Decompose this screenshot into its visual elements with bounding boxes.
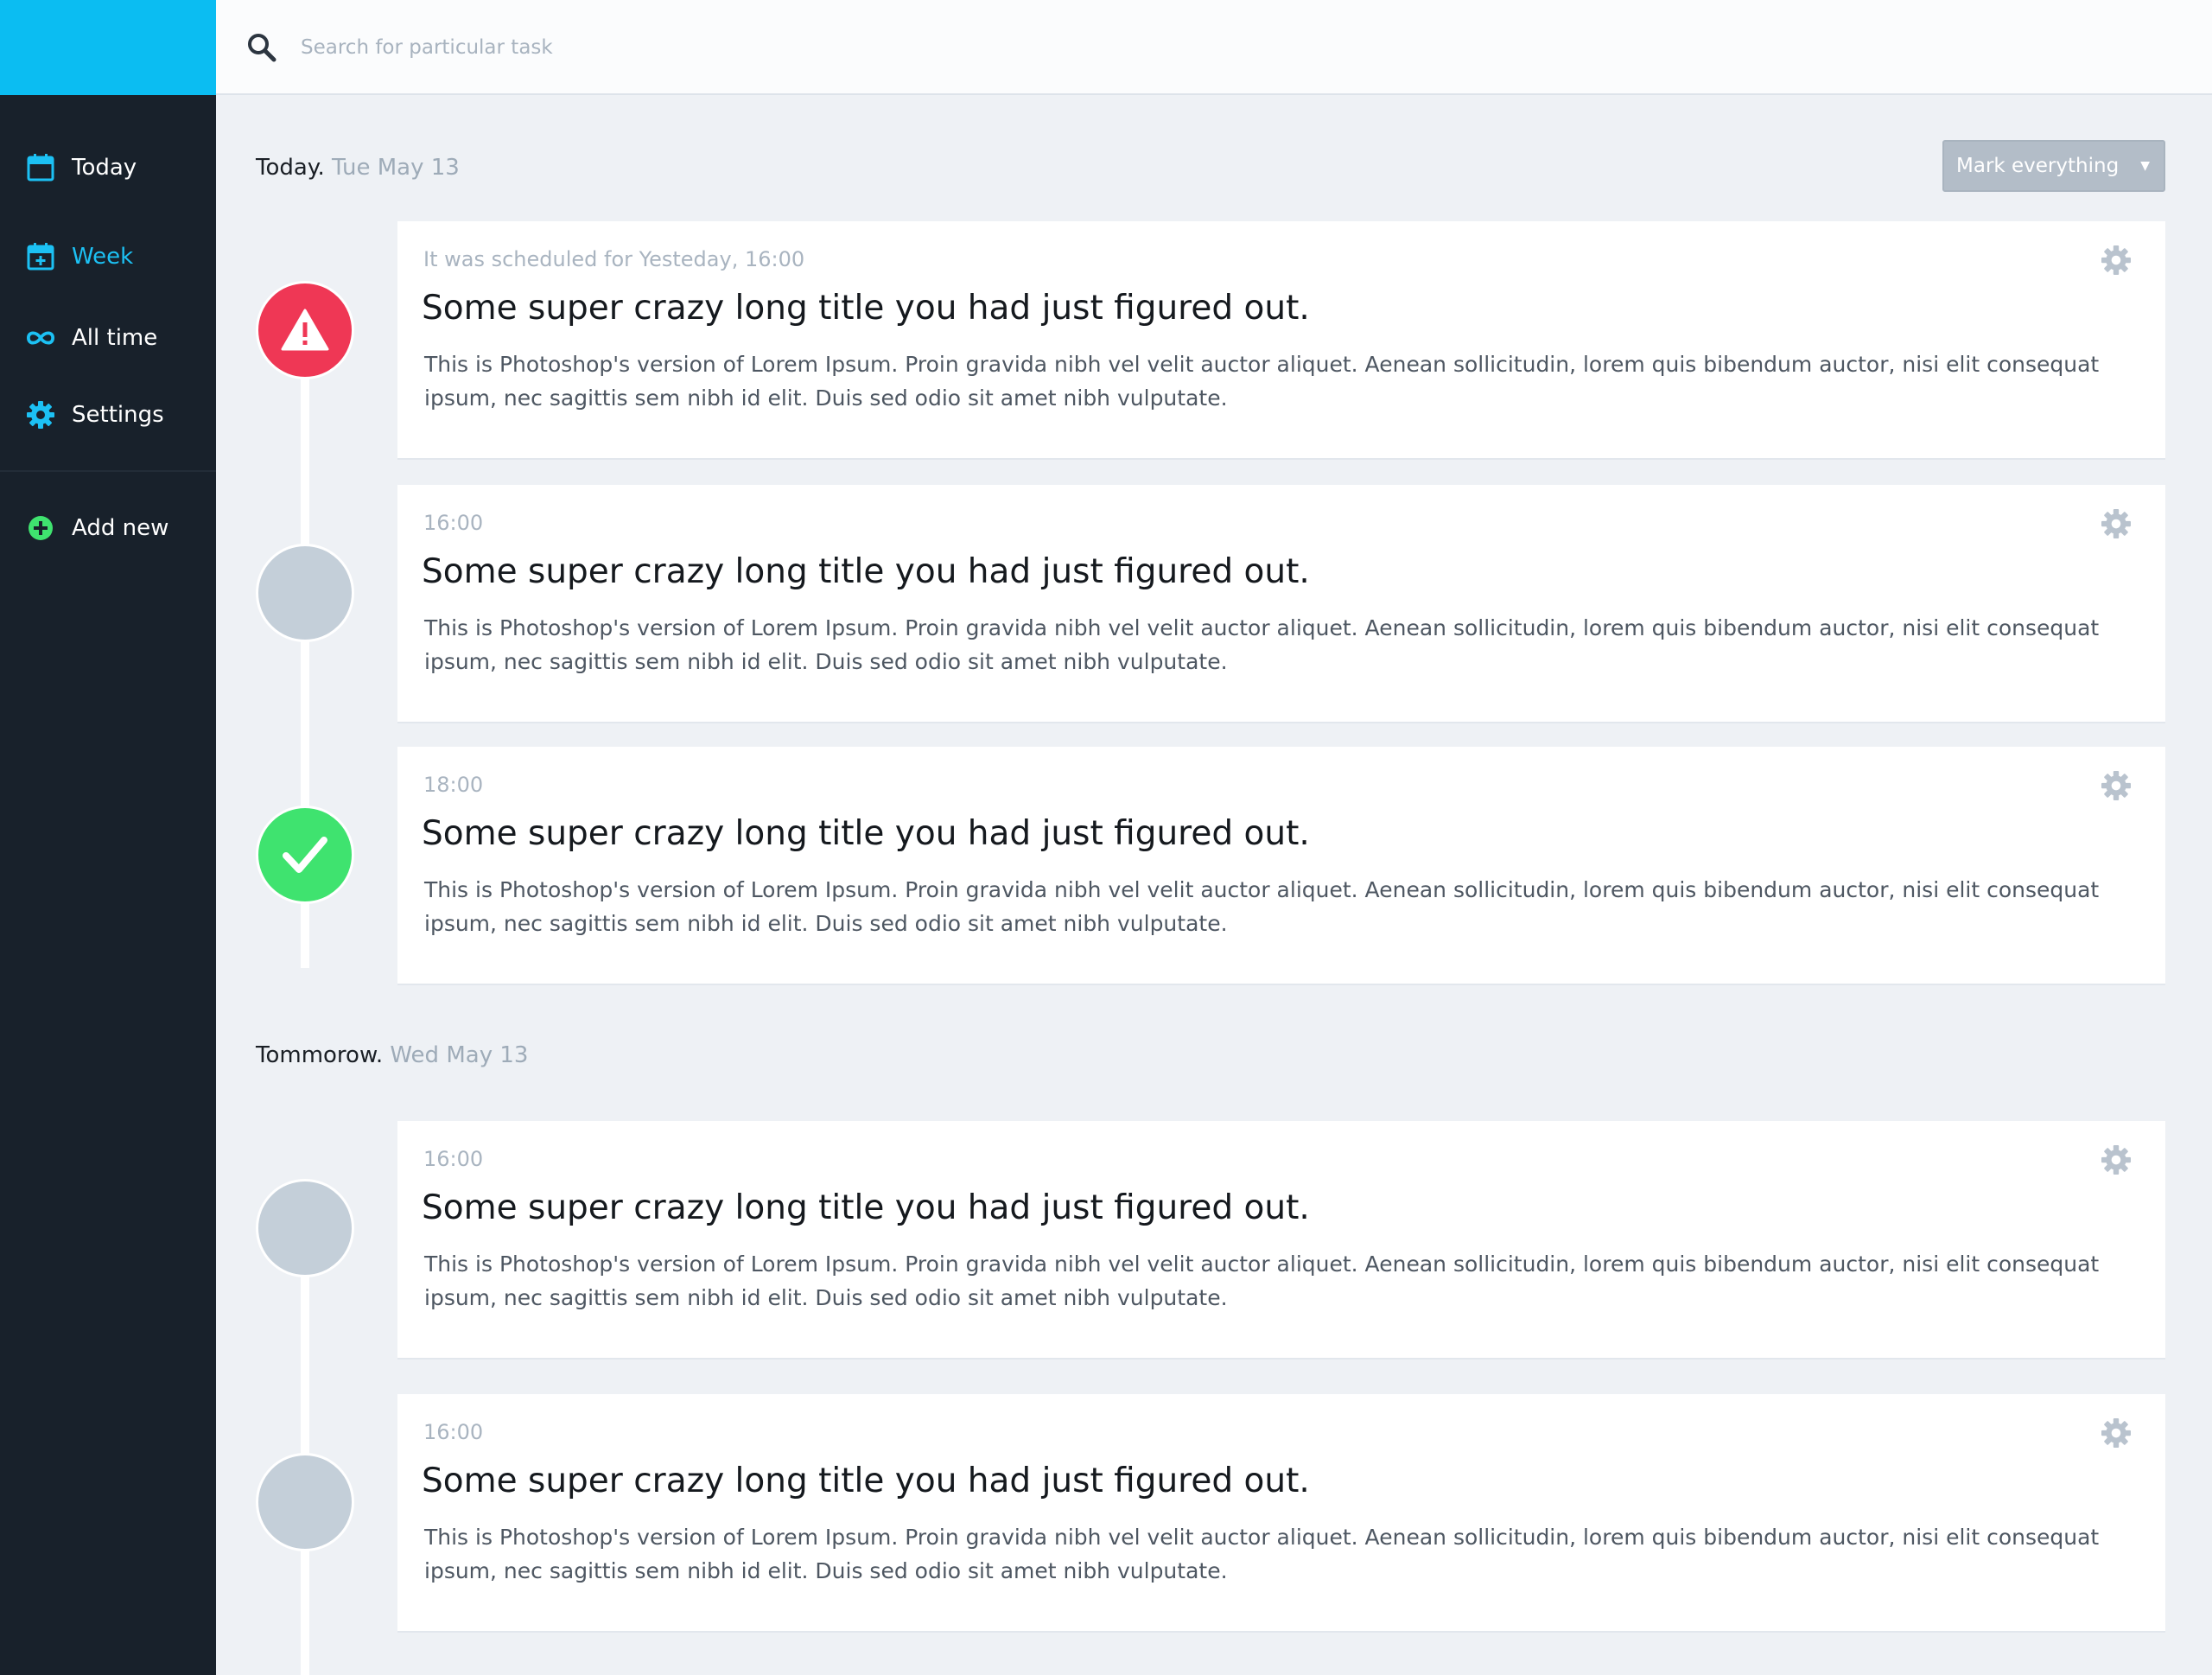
task-description: This is Photoshop's version of Lorem Ips… <box>424 615 2100 674</box>
mark-everything-dropdown[interactable]: Mark everything ▼ <box>1942 140 2165 192</box>
infinity-icon <box>27 324 54 352</box>
add-new-button[interactable]: Add new <box>0 498 216 558</box>
sidebar-item-settings[interactable]: Settings <box>0 385 216 445</box>
checkmark-icon <box>283 837 327 873</box>
status-done-indicator[interactable] <box>256 806 354 904</box>
sidebar: Today Week All time Settings Add new <box>0 0 216 1675</box>
task-description: This is Photoshop's version of Lorem Ips… <box>424 1525 2100 1583</box>
task-time: It was scheduled for Yesteday, 16:00 <box>423 247 805 271</box>
section-heading-today: Today. Tue May 13 <box>256 155 460 181</box>
gear-icon <box>27 401 54 429</box>
gear-icon[interactable] <box>2101 1418 2131 1448</box>
task-card[interactable]: 18:00 Some super crazy long title you ha… <box>397 747 2165 984</box>
task-title: Some super crazy long title you had just… <box>422 552 1310 591</box>
task-title: Some super crazy long title you had just… <box>422 814 1310 853</box>
task-card[interactable]: 16:00 Some super crazy long title you ha… <box>397 1121 2165 1358</box>
task-time: 18:00 <box>423 773 484 797</box>
gear-icon[interactable] <box>2101 771 2131 800</box>
section-label: Today. <box>256 155 325 181</box>
task-description: This is Photoshop's version of Lorem Ips… <box>424 1251 2100 1310</box>
sidebar-item-label: Week <box>72 244 134 270</box>
plus-circle-icon <box>27 514 54 542</box>
sidebar-item-week[interactable]: Week <box>0 226 216 287</box>
sidebar-item-all-time[interactable]: All time <box>0 308 216 368</box>
task-card[interactable]: 16:00 Some super crazy long title you ha… <box>397 1394 2165 1631</box>
section-date: Wed May 13 <box>390 1042 529 1068</box>
calendar-icon <box>27 154 54 182</box>
calendar-add-icon <box>27 243 54 271</box>
sidebar-item-today[interactable]: Today <box>0 137 216 198</box>
section-label: Tommorow. <box>256 1042 384 1068</box>
search-input[interactable] <box>301 26 1078 69</box>
status-pending-indicator[interactable] <box>256 1179 354 1277</box>
warning-icon <box>281 309 329 351</box>
task-title: Some super crazy long title you had just… <box>422 1188 1310 1227</box>
task-card[interactable]: It was scheduled for Yesteday, 16:00 Som… <box>397 221 2165 458</box>
task-title: Some super crazy long title you had just… <box>422 289 1310 328</box>
sidebar-item-label: Settings <box>72 402 164 428</box>
add-new-label: Add new <box>72 515 169 541</box>
sidebar-item-label: Today <box>72 155 137 181</box>
search-icon[interactable] <box>247 33 276 62</box>
chevron-down-icon: ▼ <box>2140 159 2150 173</box>
task-description: This is Photoshop's version of Lorem Ips… <box>424 352 2100 411</box>
section-heading-tomorrow: Tommorow. Wed May 13 <box>256 1042 528 1068</box>
task-time: 16:00 <box>423 1420 484 1444</box>
timeline-line <box>301 1227 309 1675</box>
status-pending-indicator[interactable] <box>256 544 354 642</box>
sidebar-divider <box>0 470 216 472</box>
gear-icon[interactable] <box>2101 245 2131 275</box>
section-date: Tue May 13 <box>332 155 460 181</box>
task-description: This is Photoshop's version of Lorem Ips… <box>424 877 2100 936</box>
top-bar <box>216 0 2212 95</box>
gear-icon[interactable] <box>2101 509 2131 538</box>
sidebar-item-label: All time <box>72 325 158 351</box>
mark-everything-label: Mark everything <box>1956 155 2120 177</box>
task-card[interactable]: 16:00 Some super crazy long title you ha… <box>397 485 2165 722</box>
status-pending-indicator[interactable] <box>256 1453 354 1551</box>
brand-bar <box>0 0 216 95</box>
status-overdue-indicator[interactable] <box>256 281 354 379</box>
gear-icon[interactable] <box>2101 1145 2131 1175</box>
task-title: Some super crazy long title you had just… <box>422 1462 1310 1500</box>
task-time: 16:00 <box>423 511 484 535</box>
task-time: 16:00 <box>423 1147 484 1171</box>
